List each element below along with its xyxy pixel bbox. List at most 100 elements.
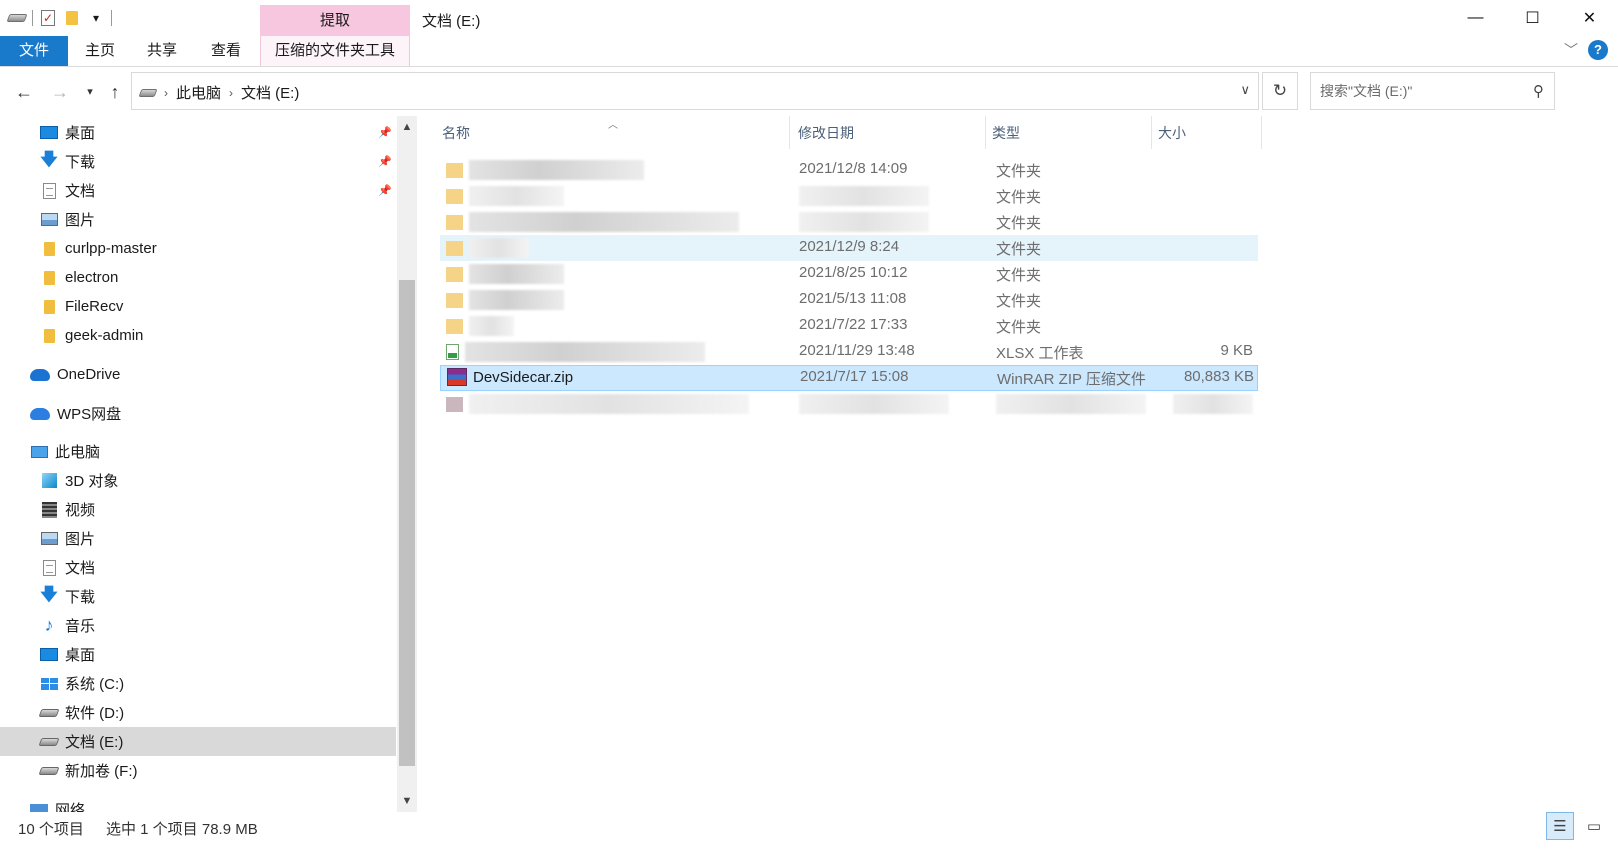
nav-item-drive-d[interactable]: 软件 (D:) — [0, 698, 396, 727]
nav-item-desktop-pc[interactable]: 桌面 — [0, 640, 396, 669]
scroll-down-icon[interactable]: ▼ — [397, 792, 417, 810]
folder-icon — [446, 214, 463, 230]
up-arrow-icon[interactable]: ↑ — [103, 80, 127, 104]
folder-icon — [40, 328, 58, 344]
tab-file[interactable]: 文件 — [0, 36, 68, 66]
folder-icon — [446, 266, 463, 282]
pin-icon[interactable]: 📌 — [378, 155, 392, 168]
nav-item-downloads-pc[interactable]: 🡇 下载 — [0, 582, 396, 611]
file-type: 文件夹 — [996, 241, 1042, 258]
column-header-type[interactable]: 类型 — [986, 116, 1152, 149]
close-button[interactable]: ✕ — [1561, 0, 1618, 36]
title-bar: ✓ ▾ 提取 文档 (E:) — ☐ ✕ — [0, 0, 1618, 36]
nav-item-desktop[interactable]: 桌面 📌 — [0, 118, 396, 147]
file-name — [446, 316, 514, 336]
file-row[interactable]: 2021/8/25 10:12 文件夹 — [440, 261, 1258, 287]
file-date: 2021/5/13 11:08 — [799, 290, 907, 307]
breadcrumb-separator-icon[interactable]: › — [164, 86, 168, 100]
tab-share[interactable]: 共享 — [134, 36, 190, 66]
nav-item-3d-objects[interactable]: 3D 对象 — [0, 466, 396, 495]
nav-item-network[interactable]: 网络 — [0, 795, 396, 812]
pin-icon[interactable]: 📌 — [378, 184, 392, 197]
nav-item-curlpp-master[interactable]: curlpp-master — [0, 234, 396, 263]
file-row[interactable]: 2021/5/13 11:08 文件夹 — [440, 287, 1258, 313]
winrar-icon — [447, 368, 467, 386]
file-row[interactable]: 2021/7/22 17:33 文件夹 — [440, 313, 1258, 339]
nav-item-this-pc[interactable]: 此电脑 — [0, 437, 396, 466]
music-icon: ♪ — [44, 615, 54, 635]
column-header-date[interactable]: 修改日期 — [790, 116, 986, 149]
file-row[interactable]: 2021/11/29 13:48 XLSX 工作表 9 KB — [440, 339, 1258, 365]
nav-item-drive-e[interactable]: 文档 (E:) — [0, 727, 396, 756]
tab-home[interactable]: 主页 — [72, 36, 128, 66]
file-row-selected[interactable]: DevSidecar.zip 2021/7/17 15:08 WinRAR ZI… — [440, 365, 1258, 391]
file-date: 2021/8/25 10:12 — [799, 264, 908, 281]
file-type: WinRAR ZIP 压缩文件 — [997, 371, 1146, 388]
search-box[interactable]: ⚲ — [1310, 72, 1555, 110]
refresh-button[interactable]: ↻ — [1262, 72, 1298, 110]
minimize-button[interactable]: — — [1447, 0, 1504, 36]
customize-toolbar-icon[interactable]: ▾ — [87, 10, 105, 26]
nav-item-label: 新加卷 (F:) — [65, 763, 138, 780]
new-folder-icon[interactable] — [63, 10, 81, 26]
quick-access-toolbar: ✓ ▾ — [6, 8, 112, 28]
back-arrow-icon[interactable]: ← — [12, 80, 36, 104]
pictures-icon — [40, 212, 58, 228]
redacted-name — [469, 186, 564, 206]
nav-item-label: 文档 — [65, 560, 96, 577]
nav-item-pictures[interactable]: 图片 — [0, 205, 396, 234]
help-icon[interactable]: ? — [1588, 40, 1608, 60]
address-history-chevron-icon[interactable]: ∨ — [1240, 82, 1250, 98]
scrollbar-thumb[interactable] — [399, 280, 415, 766]
column-header-size[interactable]: 大小 — [1152, 116, 1262, 149]
redacted-name — [469, 238, 529, 258]
nav-item-downloads[interactable]: 🡇 下载 📌 — [0, 147, 396, 176]
nav-item-music[interactable]: ♪ 音乐 — [0, 611, 396, 640]
navigation-pane-scrollbar[interactable]: ▲ ▼ — [397, 116, 417, 812]
expand-ribbon-icon[interactable]: ﹀ — [1564, 40, 1578, 60]
properties-icon[interactable]: ✓ — [39, 10, 57, 26]
nav-item-documents-pc[interactable]: 文档 — [0, 553, 396, 582]
nav-item-wps-drive[interactable]: WPS网盘 — [0, 399, 396, 428]
file-row[interactable]: 2021/12/8 14:09 文件夹 — [440, 157, 1258, 183]
maximize-button[interactable]: ☐ — [1504, 0, 1561, 36]
nav-item-videos[interactable]: 视频 — [0, 495, 396, 524]
file-name — [446, 238, 529, 258]
search-input[interactable] — [1311, 73, 1511, 109]
folder-icon — [446, 162, 463, 178]
search-icon[interactable]: ⚲ — [1533, 82, 1544, 100]
nav-item-documents[interactable]: 文档 📌 — [0, 176, 396, 205]
nav-item-filerecv[interactable]: FileRecv — [0, 292, 396, 321]
breadcrumb-current-drive[interactable]: 文档 (E:) — [241, 82, 299, 103]
nav-item-geek-admin[interactable]: geek-admin — [0, 321, 396, 350]
tab-compressed-folder-tools[interactable]: 压缩的文件夹工具 — [260, 36, 410, 66]
nav-item-onedrive[interactable]: OneDrive — [0, 360, 396, 389]
breadcrumb: › 此电脑 › 文档 (E:) — [138, 82, 299, 103]
recent-locations-chevron-icon[interactable]: ▾ — [78, 80, 102, 104]
file-row[interactable]: 文件夹 — [440, 183, 1258, 209]
breadcrumb-this-pc[interactable]: 此电脑 — [176, 82, 221, 103]
pin-icon[interactable]: 📌 — [378, 126, 392, 139]
address-bar[interactable]: › 此电脑 › 文档 (E:) ∨ — [131, 72, 1259, 110]
nav-item-label: 桌面 — [65, 125, 96, 142]
details-view-icon[interactable]: ☰ — [1546, 812, 1574, 840]
breadcrumb-separator-icon[interactable]: › — [229, 86, 233, 100]
nav-item-drive-c[interactable]: 系统 (C:) — [0, 669, 396, 698]
nav-item-pictures-pc[interactable]: 图片 — [0, 524, 396, 553]
file-row[interactable]: 文件夹 — [440, 209, 1258, 235]
file-row[interactable] — [440, 391, 1258, 417]
redacted-name — [469, 394, 749, 414]
nav-item-drive-f[interactable]: 新加卷 (F:) — [0, 756, 396, 785]
forward-arrow-icon[interactable]: → — [48, 80, 72, 104]
file-row[interactable]: 2021/12/9 8:24 文件夹 — [440, 235, 1258, 261]
file-type: 文件夹 — [996, 267, 1042, 284]
scroll-up-icon[interactable]: ▲ — [397, 118, 417, 136]
drive-icon — [38, 763, 60, 779]
nav-item-label: geek-admin — [65, 327, 144, 344]
nav-item-electron[interactable]: electron — [0, 263, 396, 292]
documents-icon — [40, 559, 58, 576]
large-icons-view-icon[interactable]: ▭ — [1580, 812, 1608, 840]
column-header-name[interactable]: 名称 — [440, 116, 790, 149]
file-name — [446, 212, 739, 232]
tab-view[interactable]: 查看 — [198, 36, 254, 66]
